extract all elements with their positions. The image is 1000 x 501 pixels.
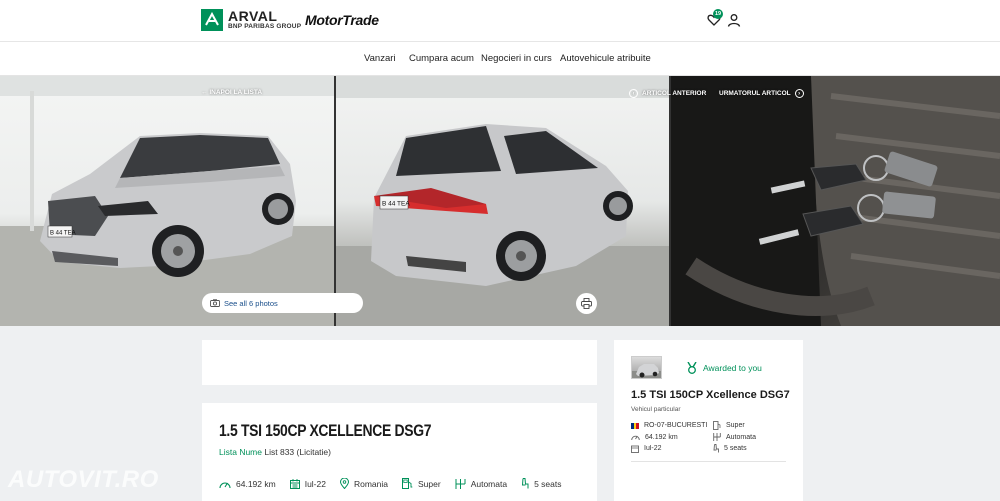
next-item-label: URMATORUL ARTICOL bbox=[719, 90, 791, 97]
back-to-list-link[interactable]: ← INAPOI LA LISTA bbox=[201, 89, 262, 96]
previous-item-link[interactable]: ‹ ARTICOL ANTERIOR bbox=[629, 89, 706, 98]
odometer-icon bbox=[219, 482, 231, 488]
printer-icon bbox=[581, 298, 592, 309]
spec-mileage-value: 64.192 km bbox=[236, 478, 276, 489]
fuel-pump-icon bbox=[402, 478, 413, 489]
info-banner-card bbox=[202, 340, 597, 385]
arval-group: BNP PARIBAS GROUP bbox=[228, 23, 302, 31]
nav-item-cumpara-acum[interactable]: Cumpara acum bbox=[409, 53, 474, 64]
side-specs-grid: RO-07-BUCURESTI Super 64.192 km Automata… bbox=[631, 420, 787, 455]
spec-mileage: 64.192 km bbox=[219, 479, 276, 489]
fuel-pump-icon bbox=[713, 421, 721, 431]
gearbox-icon bbox=[455, 478, 466, 489]
see-all-photos-label: See all 6 photos bbox=[224, 298, 278, 308]
awarded-status: Awarded to you bbox=[687, 362, 762, 374]
see-all-photos-button[interactable]: See all 6 photos bbox=[202, 293, 363, 313]
calendar-icon bbox=[289, 478, 300, 489]
arval-name: ARVAL bbox=[228, 8, 278, 25]
awarded-vehicle-card: Awarded to you 1.5 TSI 150CP Xcellence D… bbox=[614, 340, 803, 501]
spec-transmission: Automata bbox=[455, 478, 508, 489]
main-nav: Vanzari Cumpara acum Negocieri in curs A… bbox=[0, 42, 1000, 76]
back-to-list-label: INAPOI LA LISTA bbox=[209, 89, 263, 96]
awarded-label: Awarded to you bbox=[703, 363, 762, 373]
next-item-link[interactable]: URMATORUL ARTICOL › bbox=[719, 89, 804, 98]
vehicle-main-card: 1.5 TSI 150CP XCELLENCE DSG7 Lista Nume … bbox=[202, 403, 597, 501]
print-button[interactable] bbox=[576, 293, 597, 314]
side-spec-fuel: Super bbox=[713, 421, 787, 431]
calendar-icon bbox=[631, 445, 639, 453]
nav-item-negocieri[interactable]: Negocieri in curs bbox=[481, 53, 552, 64]
previous-item-label: ARTICOL ANTERIOR bbox=[642, 90, 707, 97]
arval-logo[interactable]: ARVAL BNP PARIBAS GROUP bbox=[201, 9, 301, 31]
camera-icon bbox=[210, 299, 220, 307]
side-spec-date: Iul-22 bbox=[631, 445, 713, 453]
motortrade-logo[interactable]: MotorTrade bbox=[305, 12, 379, 28]
seat-icon bbox=[522, 478, 529, 489]
vehicle-thumbnail[interactable] bbox=[631, 356, 662, 379]
list-name-value: List 833 (Licitatie) bbox=[264, 447, 331, 457]
front-plate-text: B 44 TEA bbox=[50, 231, 76, 237]
photo-gallery: B 44 TEA B 44 TEA ← INAPOI LA LISTA ‹ AR… bbox=[0, 76, 1000, 326]
arrow-left-icon: ‹ bbox=[629, 89, 638, 98]
list-name-label: Lista Nume bbox=[219, 447, 262, 457]
site-header: ARVAL BNP PARIBAS GROUP MotorTrade 19 bbox=[0, 0, 1000, 42]
user-account-icon[interactable] bbox=[727, 13, 741, 27]
side-card-divider bbox=[631, 461, 786, 462]
vehicle-title: 1.5 TSI 150CP XCELLENCE DSG7 bbox=[219, 421, 432, 440]
autovit-watermark: AUTOVIT.RO bbox=[8, 466, 159, 493]
vehicle-type-label: Vehicul particular bbox=[631, 406, 681, 413]
car-photo-rear[interactable]: B 44 TEA bbox=[336, 76, 669, 326]
list-name-row: Lista Nume List 833 (Licitatie) bbox=[219, 447, 331, 457]
medal-icon bbox=[687, 362, 697, 374]
spec-date: Iul-22 bbox=[289, 478, 326, 489]
spec-seats-value: 5 seats bbox=[534, 478, 562, 489]
side-spec-location: RO-07-BUCURESTI bbox=[631, 422, 713, 429]
spec-location-value: Romania bbox=[353, 478, 388, 489]
arval-logo-mark bbox=[201, 9, 223, 31]
car-keys-photo[interactable] bbox=[671, 76, 1000, 326]
spec-fuel: Super bbox=[402, 478, 441, 489]
romania-flag-icon bbox=[631, 422, 640, 429]
spec-date-value: Iul-22 bbox=[304, 478, 326, 489]
spec-fuel-value: Super bbox=[418, 478, 441, 489]
gearbox-icon bbox=[713, 433, 721, 442]
arrow-right-icon: › bbox=[794, 89, 804, 98]
nav-item-vanzari[interactable]: Vanzari bbox=[364, 53, 396, 64]
location-pin-icon bbox=[339, 478, 349, 489]
side-vehicle-title: 1.5 TSI 150CP Xcellence DSG7 bbox=[631, 389, 790, 401]
side-spec-transmission: Automata bbox=[713, 433, 787, 442]
spec-transmission-value: Automata bbox=[470, 478, 508, 489]
spec-location: Romania bbox=[339, 478, 388, 489]
car-photo-front[interactable]: B 44 TEA bbox=[0, 76, 334, 326]
side-spec-seats: 5 seats bbox=[713, 444, 787, 453]
favorites-count-badge: 19 bbox=[713, 9, 723, 19]
nav-item-autovehicule-atribuite[interactable]: Autovehicule atribuite bbox=[560, 53, 651, 64]
odometer-icon bbox=[631, 436, 640, 441]
side-spec-mileage: 64.192 km bbox=[631, 433, 713, 441]
vehicle-specs: 64.192 km Iul-22 Romania Super Automata … bbox=[219, 478, 575, 489]
rear-plate-text: B 44 TEA bbox=[382, 201, 410, 208]
seat-icon bbox=[713, 444, 719, 453]
spec-seats: 5 seats bbox=[521, 478, 561, 489]
